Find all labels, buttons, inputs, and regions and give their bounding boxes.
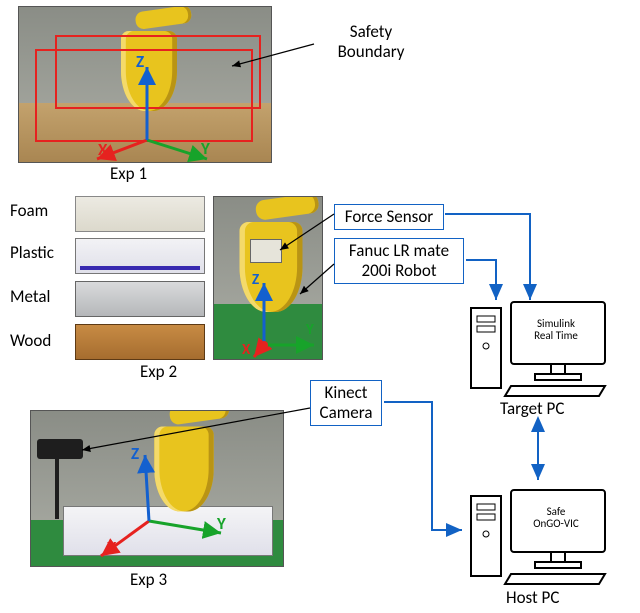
- exp3-axes: [31, 411, 284, 567]
- exp1-photo: X Y Z: [18, 6, 272, 163]
- robot-model-annotation: Fanuc LR mate 200i Robot: [334, 238, 464, 284]
- target-pc-screen-text: Simulink Real Time: [516, 318, 596, 342]
- axis-x-label: X: [107, 537, 116, 558]
- target-pc: Simulink Real Time: [460, 288, 620, 398]
- kinect-annotation: Kinect Camera: [310, 380, 382, 426]
- exp1-caption: Exp 1: [110, 163, 147, 184]
- material-strip-wood: [75, 324, 205, 360]
- target-pc-label: Target PC: [500, 398, 564, 419]
- axis-x-label: X: [242, 341, 250, 359]
- material-strip-metal: [75, 281, 205, 317]
- desktop-icon: [465, 288, 615, 398]
- host-pc-screen-text: Safe OnGO-VIC: [516, 506, 596, 530]
- desktop-icon: [465, 476, 615, 586]
- host-pc: Safe OnGO-VIC: [460, 476, 620, 586]
- exp3-caption: Exp 3: [130, 569, 167, 590]
- axis-z-label: Z: [252, 271, 259, 289]
- safety-boundary-annotation: Safety Boundary: [316, 20, 426, 64]
- force-sensor-annotation: Force Sensor: [334, 204, 444, 230]
- material-strip-foam: [75, 196, 205, 232]
- material-label-metal: Metal: [10, 286, 50, 307]
- exp2-caption: Exp 2: [140, 361, 177, 382]
- axis-z-label: Z: [131, 443, 139, 464]
- axis-y-label: Y: [217, 513, 226, 534]
- axis-y-label: Y: [201, 138, 210, 159]
- exp1-axes: [19, 7, 272, 163]
- axis-y-label: Y: [306, 321, 314, 339]
- material-label-foam: Foam: [10, 200, 48, 221]
- axis-x-label: X: [98, 139, 107, 160]
- axis-z-label: Z: [136, 51, 144, 72]
- host-pc-label: Host PC: [506, 587, 559, 608]
- exp3-photo: X Y Z: [30, 410, 284, 567]
- material-strip-plastic: [75, 238, 205, 274]
- material-label-wood: Wood: [10, 330, 51, 351]
- exp2-photo: X Y Z: [213, 196, 323, 360]
- material-label-plastic: Plastic: [10, 242, 54, 263]
